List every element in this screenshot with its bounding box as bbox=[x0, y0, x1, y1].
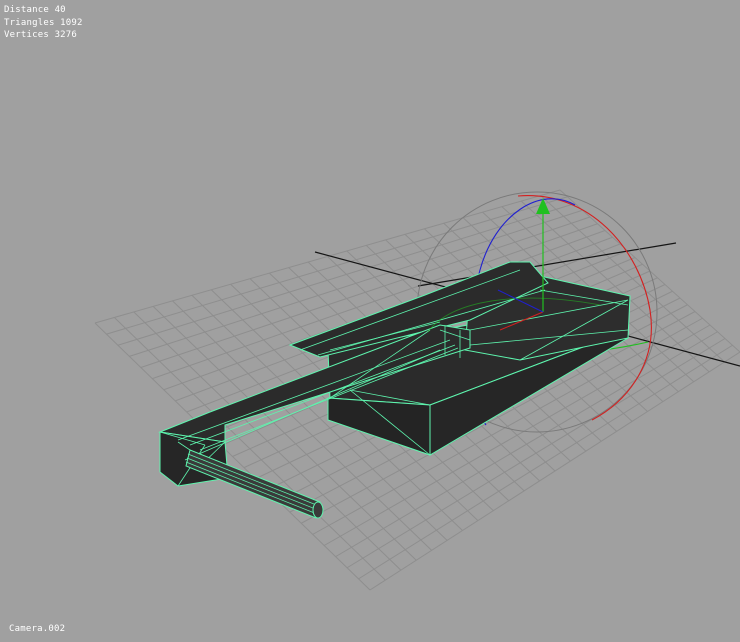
scene-canvas[interactable] bbox=[0, 0, 740, 642]
camera-name: Camera.002 bbox=[9, 624, 66, 634]
mesh-object[interactable] bbox=[158, 261, 631, 519]
triangles-stat: Triangles 1092 bbox=[4, 17, 83, 28]
vertices-stat: Vertices 3276 bbox=[4, 30, 78, 40]
distance-stat: Distance 40 bbox=[4, 5, 66, 15]
mesh-rod-cap[interactable] bbox=[312, 501, 324, 519]
mesh-rod[interactable] bbox=[185, 449, 324, 519]
viewport-stats: Distance 40 Triangles 1092 Vertices 3276 bbox=[4, 4, 83, 42]
mesh-lower-block-front[interactable] bbox=[327, 397, 431, 456]
3d-viewport[interactable]: Distance 40 Triangles 1092 Vertices 3276… bbox=[0, 0, 740, 642]
